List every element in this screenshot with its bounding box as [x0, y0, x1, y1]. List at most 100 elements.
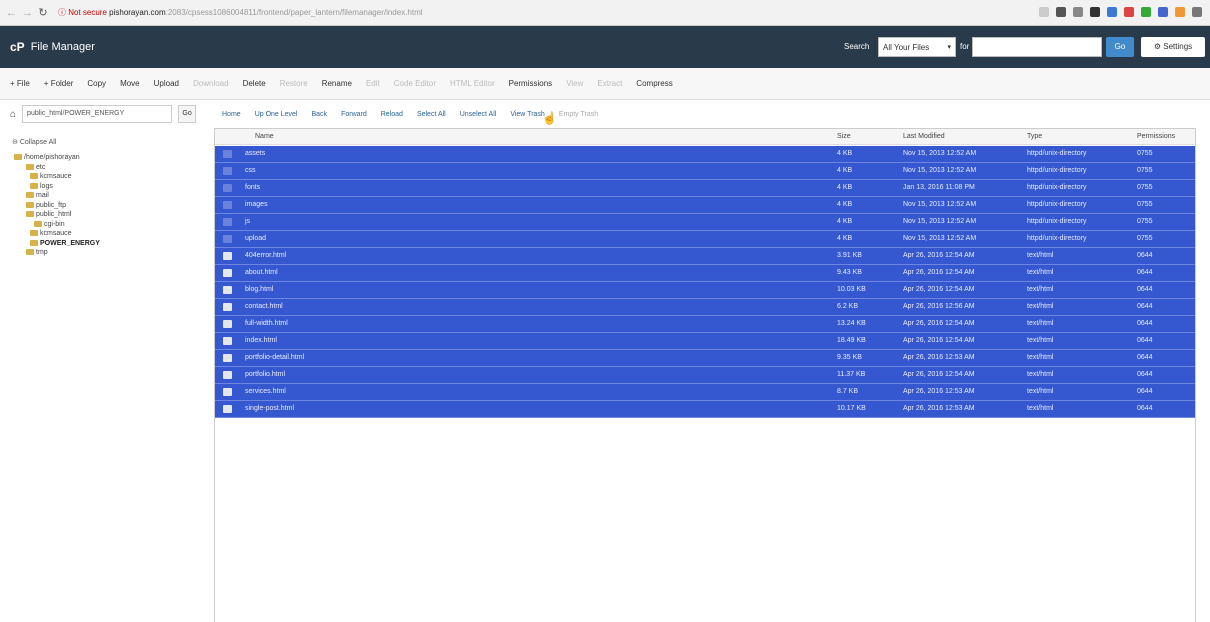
url-path: :2083/cpsess1086004811/frontend/paper_la… [165, 8, 423, 17]
file-row[interactable]: single-post.html 10.17 KB Apr 26, 2016 12:… [215, 401, 1195, 418]
path-go-button[interactable]: Go [178, 105, 197, 123]
action-back-button[interactable]: Back [312, 111, 328, 118]
file-row[interactable]: fonts 4 KB Jan 13, 2016 11:08 PM httpd/unix… [215, 180, 1195, 197]
file-permissions: 0755 [1137, 150, 1153, 157]
bookmark-star-icon[interactable] [1039, 7, 1049, 17]
folder-icon [26, 211, 34, 218]
toolbar-rename-button[interactable]: Rename [322, 79, 352, 88]
forward-arrow-icon[interactable]: → [22, 7, 33, 19]
file-row[interactable]: portfolio.html 11.37 KB Apr 26, 2016 12:54… [215, 367, 1195, 384]
file-name: js [245, 218, 251, 225]
action-home-button[interactable]: Home [222, 111, 241, 118]
tree-folder[interactable]: logs [30, 183, 53, 190]
file-row[interactable]: js 4 KB Nov 15, 2013 12:52 AM httpd/unix-di… [215, 214, 1195, 231]
file-row[interactable]: services.html 8.7 KB Apr 26, 2016 12:53 AM… [215, 384, 1195, 401]
extension-icon[interactable] [1158, 7, 1168, 17]
file-icon [223, 388, 232, 396]
tree-folder[interactable]: mail [26, 192, 49, 199]
action-forward-button[interactable]: Forward [341, 111, 367, 118]
file-row[interactable]: css 4 KB Nov 15, 2013 12:52 AM httpd/unix-d… [215, 163, 1195, 180]
extension-icon[interactable] [1175, 7, 1185, 17]
file-row[interactable]: blog.html 10.03 KB Apr 26, 2016 12:54 AM te… [215, 282, 1195, 299]
folder-icon [223, 150, 232, 158]
file-name: 404error.html [245, 252, 287, 259]
file-size: 4 KB [837, 235, 853, 242]
action-unselect-all-button[interactable]: Unselect All [460, 111, 497, 118]
toolbar-permissions-button[interactable]: Permissions [509, 79, 553, 88]
file-name: portfolio.html [245, 371, 286, 378]
file-permissions: 0755 [1137, 184, 1153, 191]
search-scope-select[interactable]: All Your Files ▾ [878, 37, 956, 57]
cpanel-logo[interactable]: cP [10, 40, 25, 54]
column-header-permissions[interactable]: Permissions [1137, 133, 1175, 140]
extension-icon[interactable] [1056, 7, 1066, 17]
chevron-down-icon: ▾ [947, 44, 951, 51]
file-modified: Apr 26, 2016 12:56 AM [903, 303, 975, 310]
column-header-last-modified[interactable]: Last Modified [903, 133, 945, 140]
folder-icon [26, 192, 34, 199]
toolbar-copy-button[interactable]: Copy [87, 79, 106, 88]
file-modified: Apr 26, 2016 12:54 AM [903, 252, 975, 259]
url-field[interactable]: ⓘ Not secure pishorayan.com:2083/cpsess1… [58, 7, 423, 18]
action-reload-button[interactable]: Reload [381, 111, 403, 118]
folder-icon [30, 239, 38, 246]
file-row[interactable]: assets 4 KB Nov 15, 2013 12:52 AM httpd/uni… [215, 146, 1195, 163]
tree-folder[interactable]: tmp [26, 249, 48, 256]
tree-folder[interactable]: /home/pishorayan [14, 154, 80, 161]
file-row[interactable]: about.html 9.43 KB Apr 26, 2016 12:54 AM te… [215, 265, 1195, 282]
file-row[interactable]: 404error.html 3.91 KB Apr 26, 2016 12:54 A… [215, 248, 1195, 265]
toolbar-move-button[interactable]: Move [120, 79, 140, 88]
tree-folder[interactable]: cgi-bin [34, 221, 65, 228]
action-view-trash-button[interactable]: View Trash [510, 111, 545, 118]
tree-folder[interactable]: kcmsauce [30, 173, 72, 180]
tree-folder[interactable]: etc [26, 164, 45, 171]
toolbar-delete-button[interactable]: Delete [243, 79, 266, 88]
search-go-button[interactable]: Go [1106, 37, 1134, 57]
action-select-all-button[interactable]: Select All [417, 111, 446, 118]
extension-icon[interactable] [1124, 7, 1134, 17]
home-icon[interactable]: ⌂ [10, 109, 16, 120]
settings-button[interactable]: ⚙ Settings [1141, 37, 1205, 57]
tree-folder[interactable]: public_ftp [26, 202, 66, 209]
file-row[interactable]: portfolio-detail.html 9.35 KB Apr 26, 2016… [215, 350, 1195, 367]
file-icon [223, 269, 232, 277]
column-header-type[interactable]: Type [1027, 133, 1042, 140]
path-input[interactable]: public_html/POWER_ENERGY [22, 105, 173, 123]
collapse-all-link[interactable]: ⊖ Collapse All [12, 138, 56, 146]
tree-folder[interactable]: POWER_ENERGY [30, 240, 100, 247]
extension-icon[interactable] [1073, 7, 1083, 17]
file-name: assets [245, 150, 266, 157]
url-host: pishorayan.com [109, 8, 166, 17]
extension-icon[interactable] [1107, 7, 1117, 17]
file-row[interactable]: full-width.html 13.24 KB Apr 26, 2016 12:5… [215, 316, 1195, 333]
file-permissions: 0644 [1137, 337, 1153, 344]
tree-folder[interactable]: kcmsauce [30, 230, 72, 237]
menu-icon[interactable] [1192, 7, 1202, 17]
search-input[interactable] [972, 37, 1102, 57]
file-name: images [245, 201, 268, 208]
file-row[interactable]: upload 4 KB Nov 15, 2013 12:52 AM httpd/uni… [215, 231, 1195, 248]
file-size: 4 KB [837, 167, 853, 174]
file-row[interactable]: index.html 18.49 KB Apr 26, 2016 12:54 AM t… [215, 333, 1195, 350]
toolbar-compress-button[interactable]: Compress [636, 79, 672, 88]
for-label: for [960, 42, 970, 51]
toolbar-folder-button[interactable]: + Folder [44, 79, 74, 88]
file-size: 3.91 KB [837, 252, 862, 259]
file-permissions: 0644 [1137, 286, 1153, 293]
file-modified: Apr 26, 2016 12:54 AM [903, 269, 975, 276]
file-row[interactable]: contact.html 6.2 KB Apr 26, 2016 12:56 AM t… [215, 299, 1195, 316]
action-up-one-level-button[interactable]: Up One Level [255, 111, 298, 118]
back-arrow-icon[interactable]: ← [6, 7, 17, 19]
file-row[interactable]: images 4 KB Nov 15, 2013 12:52 AM httpd/uni… [215, 197, 1195, 214]
extension-icon[interactable] [1090, 7, 1100, 17]
column-header-size[interactable]: Size [837, 133, 851, 140]
reload-icon[interactable]: ↻ [38, 6, 48, 19]
toolbar-upload-button[interactable]: Upload [154, 79, 179, 88]
column-header-name[interactable]: Name [255, 133, 274, 140]
file-name: upload [245, 235, 267, 242]
tree-folder[interactable]: public_html [26, 211, 71, 218]
extension-icon[interactable] [1141, 7, 1151, 17]
toolbar-file-button[interactable]: + File [10, 79, 30, 88]
file-name: contact.html [245, 303, 283, 310]
file-type: text/html [1027, 286, 1054, 293]
